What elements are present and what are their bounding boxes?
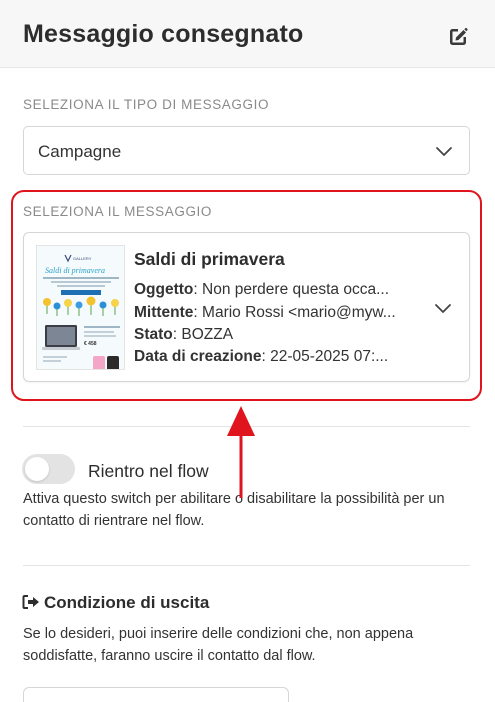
toggle-knob [25,457,49,481]
message-type-select[interactable]: Campagne [23,126,470,175]
divider [23,565,470,566]
message-status: Stato: BOZZA [134,326,234,343]
email-thumbnail: GALLERY Saldi di primavera € 458 [36,245,125,370]
email-preview-image: GALLERY Saldi di primavera € 458 [37,246,124,369]
header: Messaggio consegnato [0,0,495,68]
message-select-card[interactable]: GALLERY Saldi di primavera € 458 Saldi d… [23,232,470,382]
chevron-down-icon [436,147,452,156]
add-condition-box[interactable] [23,687,289,702]
message-type-value: Campagne [38,142,122,161]
message-title: Saldi di primavera [134,249,285,269]
thumb-brand: GALLERY [73,256,92,261]
message-sender: Mittente: Mario Rossi <mario@myw... [134,304,396,321]
sign-out-icon [22,595,39,609]
message-subject: Oggetto: Non perdere questa occa... [134,281,389,298]
edit-icon[interactable] [446,25,470,49]
annotation-arrow [227,406,255,498]
message-created-date: Data di creazione: 22-05-2025 07:... [134,348,389,365]
exit-condition-title: Condizione di uscita [22,593,209,613]
thumb-price: € 458 [84,341,97,347]
reentry-toggle[interactable] [22,454,75,484]
exit-condition-description: Se lo desideri, puoi inserire delle cond… [23,626,414,664]
laptop-product-image [42,325,80,350]
chevron-down-icon [435,304,451,313]
message-type-label: SELEZIONA IL TIPO DI MESSAGGIO [23,97,270,112]
thumb-heading: Saldi di primavera [45,266,105,275]
page-title: Messaggio consegnato [23,20,304,48]
reentry-label: Rientro nel flow [88,461,209,481]
message-label: SELEZIONA IL MESSAGGIO [23,204,213,219]
